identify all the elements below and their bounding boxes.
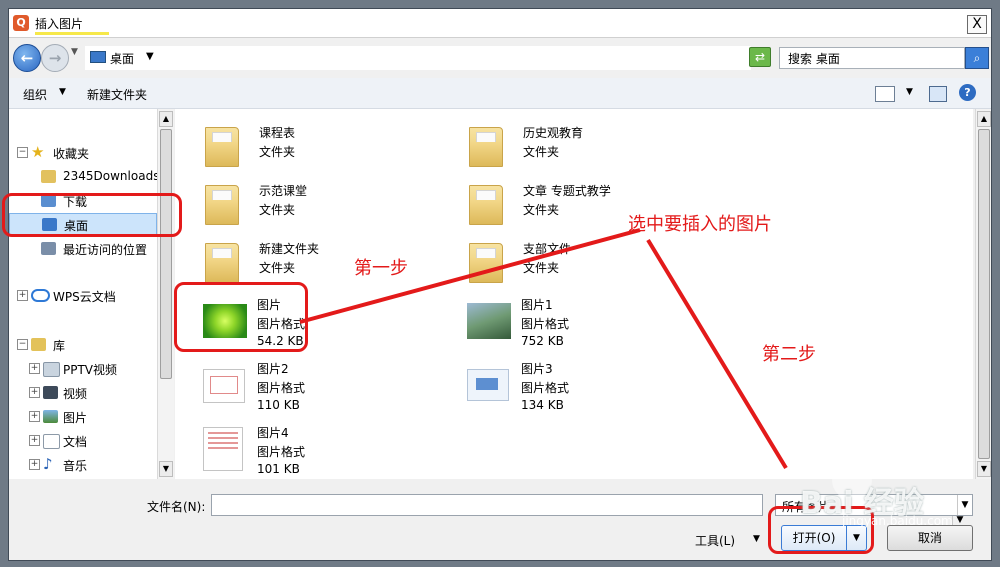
watermark-url: jingyan.baidu.com bbox=[842, 514, 953, 528]
annotation-step2: 第二步 bbox=[762, 344, 816, 365]
annotation-box-picture bbox=[174, 282, 308, 352]
annotation-step1: 第一步 bbox=[354, 258, 408, 279]
arrow-line-step1 bbox=[299, 228, 641, 324]
annotation-box-desktop bbox=[2, 193, 182, 237]
annotation-select-hint: 选中要插入的图片 bbox=[628, 214, 772, 235]
